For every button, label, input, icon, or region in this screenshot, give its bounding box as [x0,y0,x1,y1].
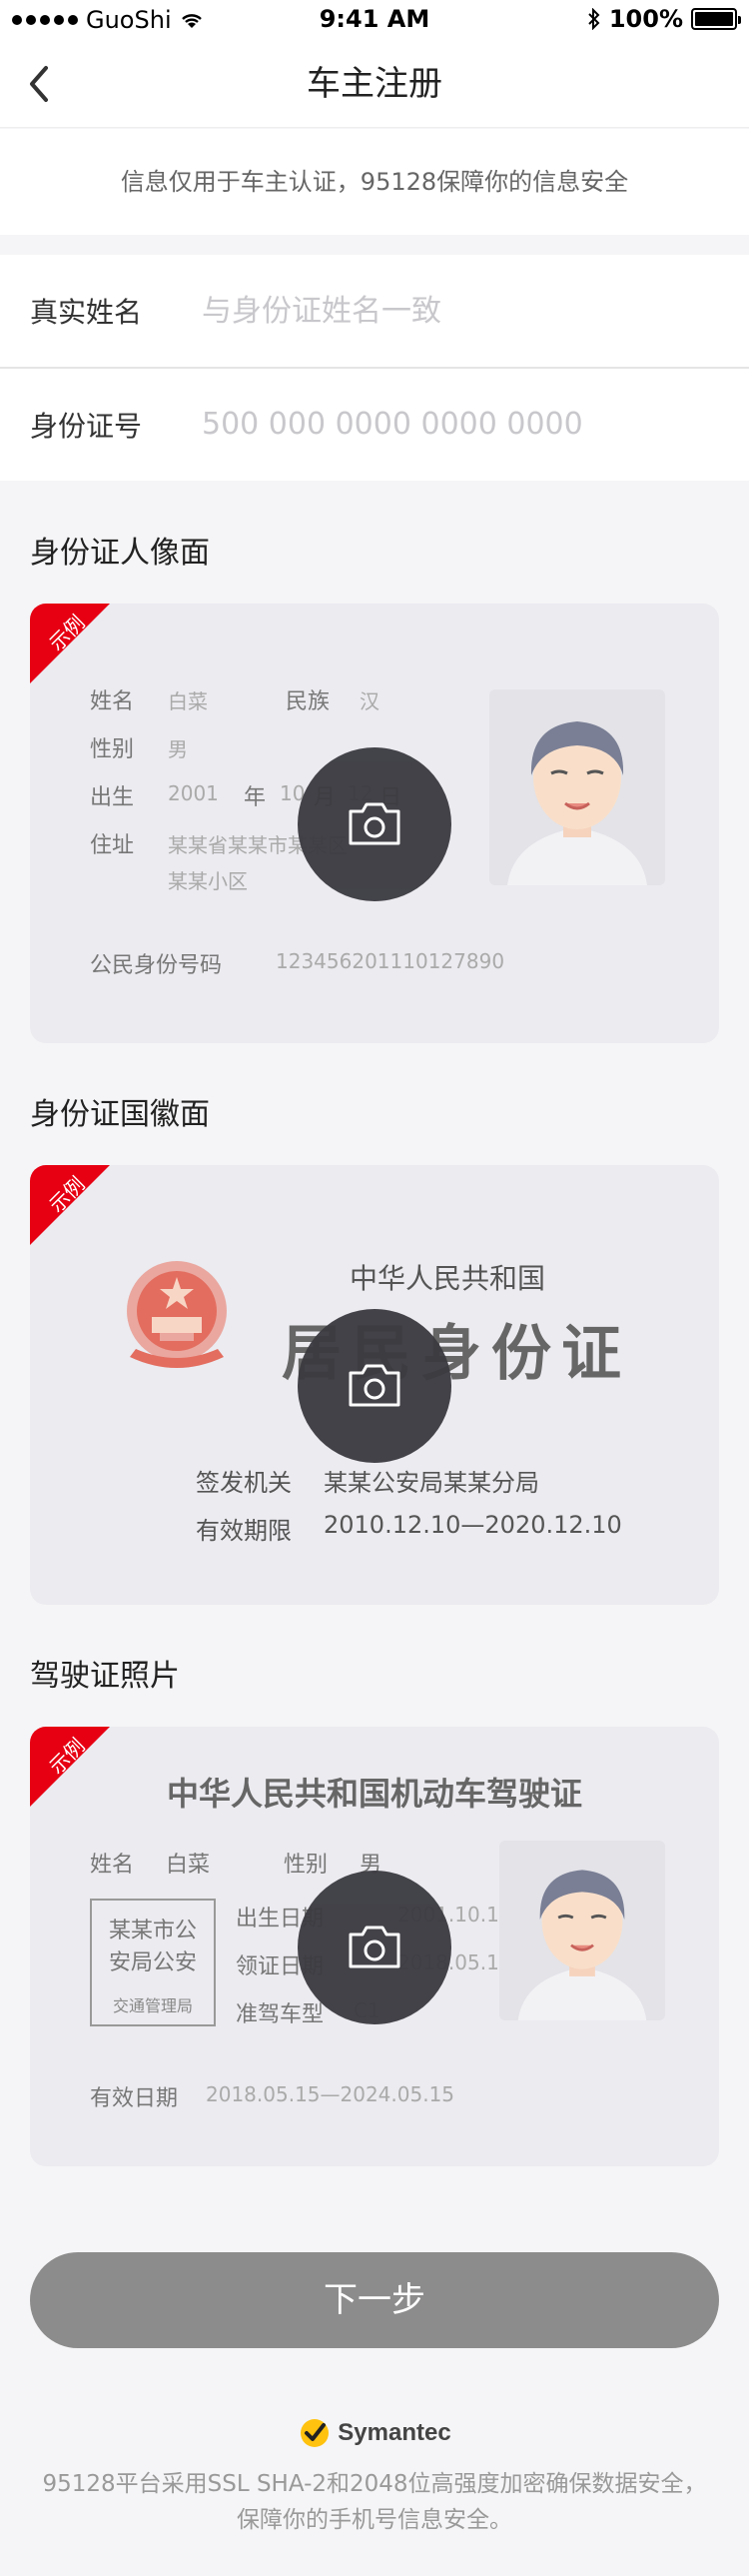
name-row: 真实姓名 [0,255,749,368]
camera-icon [349,1926,400,1968]
license-name-value: 白菜 [166,1853,211,1878]
next-step-button[interactable]: 下一步 [30,2252,719,2348]
front-ethnic-label: 民族 [286,689,331,714]
privacy-notice: 信息仅用于车主认证，95128保障你的信息安全 [0,129,749,235]
nav-bar: 车主注册 [0,40,749,128]
id-number-input[interactable] [202,394,701,455]
front-ethnic-value: 汉 [360,689,379,713]
back-authority-label: 签发机关 [196,1469,292,1497]
name-label: 真实姓名 [30,296,143,329]
front-name-label: 姓名 [90,689,135,714]
status-right: 100% [587,5,741,33]
id-back-upload-card[interactable]: 示例 中华人民共和国 居民身份证 签发机关 某某公安局某某分局 有效期限 201… [30,1165,719,1605]
front-id-number-value: 123456201110127890 [276,949,505,973]
name-input[interactable] [202,281,701,341]
portrait-icon [517,1870,647,2020]
front-birth-year: 2001 [168,781,219,805]
back-country: 中华人民共和国 [350,1262,546,1295]
sample-ribbon: 示例 [30,604,110,683]
portrait-icon [507,721,647,885]
id-row: 身份证号 [0,368,749,481]
license-valid-value: 2018.05.15—2024.05.15 [206,2082,455,2106]
sample-ribbon: 示例 [30,1165,110,1245]
battery-icon [691,8,741,30]
page-title: 车主注册 [307,64,442,104]
camera-icon [349,1364,400,1407]
back-authority-value: 某某公安局某某分局 [324,1469,539,1497]
front-birth-label: 出生 [90,785,135,810]
stamp-line3: 交通管理局 [112,1996,193,2015]
back-validity-value: 2010.12.10—2020.12.10 [324,1511,622,1539]
license-upload-card[interactable]: 示例 中华人民共和国机动车驾驶证 姓名 白菜 性别 男 某某市公 安局公安 交通… [30,1727,719,2166]
license-gender-label: 性别 [284,1853,329,1878]
battery-percent: 100% [608,5,683,33]
front-year-unit: 年 [244,785,267,810]
section-title-license: 驾驶证照片 [30,1659,180,1694]
license-stamp: 某某市公 安局公安 交通管理局 [90,1899,216,2026]
front-name-value: 白菜 [168,689,208,713]
security-statement: 95128平台采用SSL SHA-2和2048位高强度加密确保数据安全，保障你的… [42,2471,707,2533]
license-class-label: 准驾车型 [236,2002,325,2027]
section-title-id-front: 身份证人像面 [30,536,210,571]
bluetooth-icon [588,8,600,30]
license-name-label: 姓名 [90,1853,135,1878]
back-validity-label: 有效期限 [196,1517,292,1545]
front-address-label: 住址 [90,833,135,858]
front-id-number-label: 公民身份号码 [90,953,223,978]
registration-form: 真实姓名 身份证号 [0,255,749,481]
security-brand: Symantec [338,2419,451,2446]
camera-icon [349,802,400,845]
camera-button[interactable] [298,1871,451,2024]
front-gender-label: 性别 [90,737,135,762]
section-title-id-back: 身份证国徽面 [30,1097,210,1132]
stamp-line2: 安局公安 [108,1950,197,1975]
license-valid-label: 有效日期 [90,2086,179,2111]
id-label: 身份证号 [30,409,143,443]
license-header: 中华人民共和国机动车驾驶证 [166,1775,582,1813]
status-bar: GuoShi 9:41 AM 100% [0,0,749,40]
front-address-line2: 某某小区 [168,869,248,893]
license-portrait [499,1841,665,2020]
front-gender-value: 男 [168,737,188,761]
camera-button[interactable] [298,747,451,901]
camera-button[interactable] [298,1309,451,1463]
id-front-upload-card[interactable]: 示例 姓名 白菜 民族 汉 性别 男 出生 2001 年 10 月 12 日 住… [30,604,719,1043]
checkmark-badge-icon [301,2419,330,2447]
portrait-sample [489,689,665,885]
national-emblem-icon [127,1261,227,1368]
security-logo: Symantec [0,2416,749,2450]
stamp-line1: 某某市公 [108,1919,197,1943]
